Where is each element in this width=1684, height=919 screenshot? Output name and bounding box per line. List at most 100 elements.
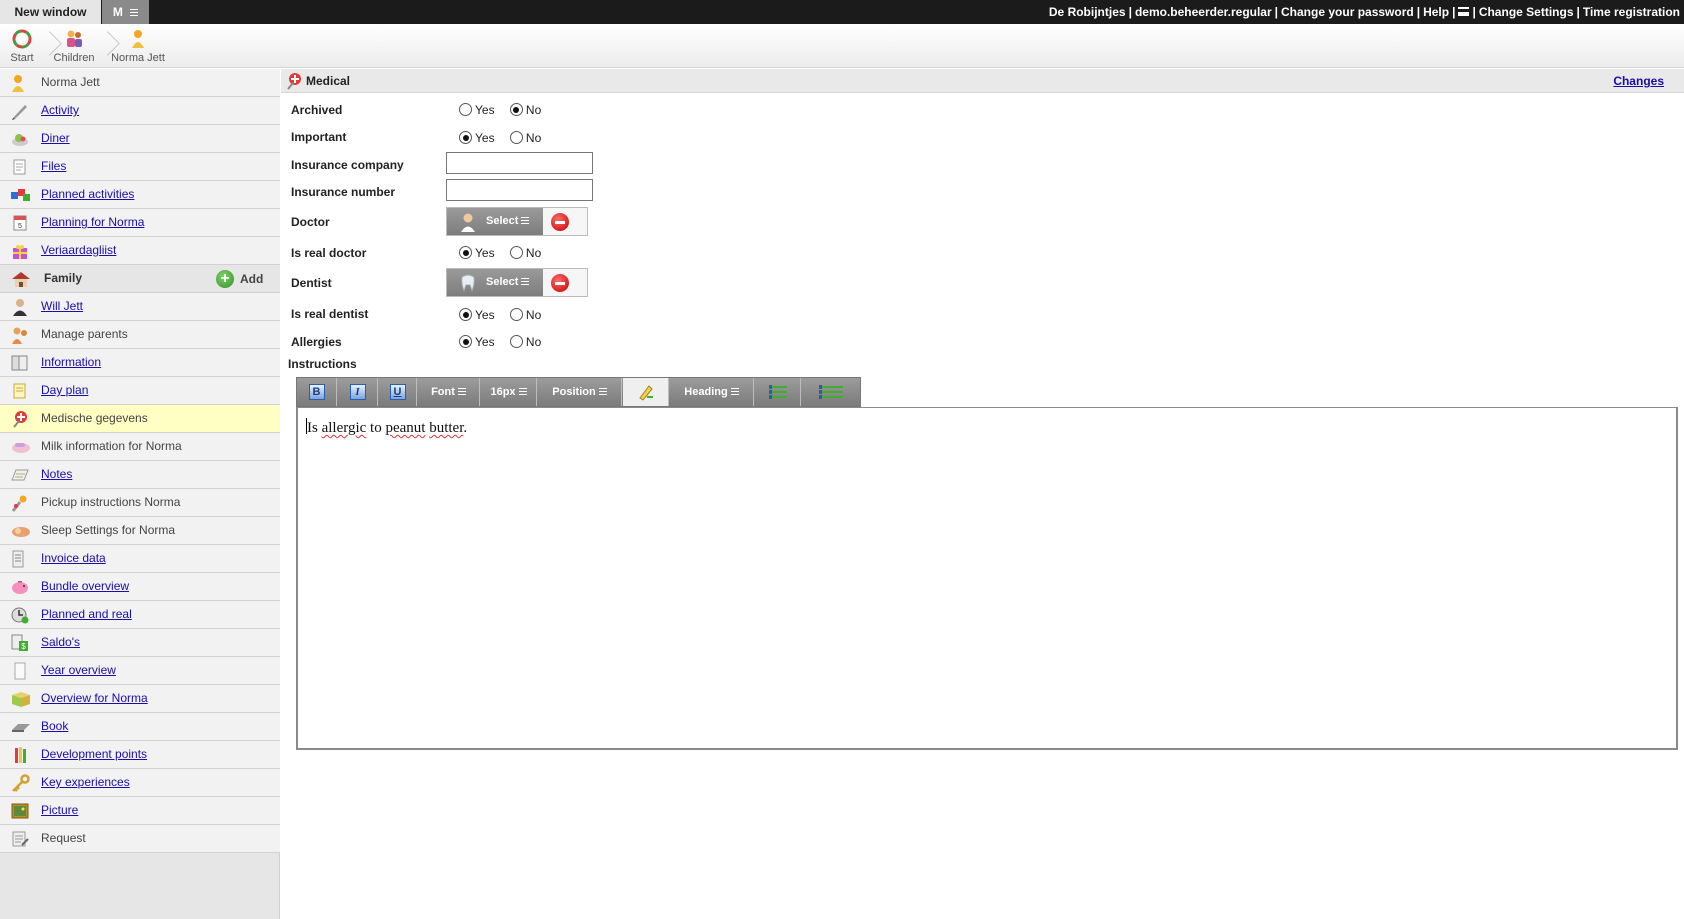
dentist-select-button[interactable]: Select: [447, 269, 543, 296]
sidebar-item-label[interactable]: Information: [41, 349, 101, 376]
insurance-number-input[interactable]: [446, 179, 593, 201]
is-real-dentist-yes-option[interactable]: Yes: [459, 308, 495, 322]
sidebar-item-key-experiences[interactable]: Key experiences: [0, 769, 280, 797]
change-settings-link[interactable]: Change Settings: [1479, 5, 1574, 19]
user-link[interactable]: demo.beheerder.regular: [1135, 5, 1272, 19]
sidebar-item-planning[interactable]: 5 Planning for Norma: [0, 209, 280, 237]
sidebar-item-invoice-data[interactable]: Invoice data: [0, 545, 280, 573]
archived-yes-option[interactable]: Yes: [459, 103, 495, 117]
sidebar-item-label[interactable]: Milk information for Norma: [41, 433, 182, 460]
important-no-option[interactable]: No: [509, 131, 541, 145]
sidebar-item-saldos[interactable]: $ Saldo's: [0, 629, 280, 657]
sidebar-item-bundle-overview[interactable]: Bundle overview: [0, 573, 280, 601]
sidebar-item-diner[interactable]: Diner: [0, 125, 280, 153]
sidebar-item-book[interactable]: Book: [0, 713, 280, 741]
sidebar-item-pickup-instructions[interactable]: Pickup instructions Norma: [0, 489, 280, 517]
sidebar-item-overview-for-norma[interactable]: Overview for Norma: [0, 685, 280, 713]
tab-menu[interactable]: M: [102, 0, 149, 24]
font-dropdown[interactable]: Font: [418, 378, 480, 406]
changes-link[interactable]: Changes: [1613, 69, 1664, 93]
sidebar-item-manage-parents[interactable]: Manage parents: [0, 321, 280, 349]
is-real-doctor-no-option[interactable]: No: [509, 246, 541, 260]
doctor-select-button[interactable]: Select: [447, 208, 543, 235]
sidebar-item-label[interactable]: Medische gegevens: [41, 405, 148, 432]
allergies-no-radio[interactable]: [509, 335, 523, 348]
sidebar-item-information[interactable]: Information: [0, 349, 280, 377]
sidebar-item-files[interactable]: Files: [0, 153, 280, 181]
insurance-company-input[interactable]: [446, 152, 593, 174]
add-family-button[interactable]: + Add: [216, 270, 263, 288]
time-registration-link[interactable]: Time registration: [1583, 5, 1680, 19]
sidebar-item-label[interactable]: Diner: [41, 125, 70, 152]
sidebar-item-label[interactable]: Notes: [41, 461, 72, 488]
breadcrumb-children[interactable]: Children: [52, 26, 96, 68]
sidebar-item-label[interactable]: Overview for Norma: [41, 685, 148, 712]
sidebar-item-milk-information[interactable]: Milk information for Norma: [0, 433, 280, 461]
sidebar-item-development-points[interactable]: Development points: [0, 741, 280, 769]
archived-no-option[interactable]: No: [509, 103, 541, 117]
bold-button[interactable]: B: [297, 378, 337, 406]
sidebar-item-label[interactable]: Day plan: [41, 377, 88, 404]
is-real-dentist-yes-radio[interactable]: [459, 308, 472, 321]
instructions-editor[interactable]: Is allergic to peanut butter.: [296, 407, 1678, 750]
is-real-doctor-no-radio[interactable]: [509, 246, 523, 259]
org-link[interactable]: De Robijntjes: [1049, 5, 1126, 19]
sidebar-item-planned-activities[interactable]: Planned activities: [0, 181, 280, 209]
sidebar-item-request[interactable]: Request: [0, 825, 280, 853]
important-no-radio[interactable]: [509, 131, 523, 144]
breadcrumb-child[interactable]: Norma Jett: [110, 26, 166, 68]
allergies-yes-option[interactable]: Yes: [459, 335, 495, 349]
breadcrumb-start[interactable]: Start: [4, 26, 40, 68]
italic-button[interactable]: I: [338, 378, 378, 406]
menu-icon[interactable]: [1458, 7, 1470, 17]
sidebar-item-label[interactable]: Book: [41, 713, 68, 740]
sidebar-item-year-overview[interactable]: Year overview: [0, 657, 280, 685]
color-button[interactable]: [623, 378, 669, 406]
heading-dropdown[interactable]: Heading: [670, 378, 754, 406]
sidebar-item-label[interactable]: Planning for Norma: [41, 209, 144, 236]
sidebar-item-label[interactable]: Picture: [41, 797, 78, 824]
sidebar-item-label[interactable]: Saldo's: [41, 629, 80, 656]
sidebar-item-notes[interactable]: Notes: [0, 461, 280, 489]
archived-yes-radio[interactable]: [459, 103, 472, 116]
is-real-doctor-yes-option[interactable]: Yes: [459, 246, 495, 260]
change-password-link[interactable]: Change your password: [1281, 5, 1414, 19]
sidebar-item-medische-gegevens[interactable]: Medische gegevens: [0, 405, 280, 433]
is-real-dentist-no-option[interactable]: No: [509, 308, 541, 322]
sidebar-item-label[interactable]: Key experiences: [41, 769, 130, 796]
sidebar-item-label[interactable]: Will Jett: [41, 293, 83, 320]
allergies-no-option[interactable]: No: [509, 335, 541, 349]
sidebar-item-label[interactable]: Sleep Settings for Norma: [41, 517, 175, 544]
sidebar-item-label[interactable]: Request: [41, 825, 86, 852]
important-yes-option[interactable]: Yes: [459, 131, 495, 145]
sidebar-item-verjaardaglijst[interactable]: Veriaardagliist: [0, 237, 280, 265]
doctor-remove-button[interactable]: [551, 213, 569, 231]
sidebar-item-sleep-settings[interactable]: Sleep Settings for Norma: [0, 517, 280, 545]
is-real-dentist-no-radio[interactable]: [509, 308, 523, 321]
sidebar-item-planned-and-real[interactable]: Planned and real: [0, 601, 280, 629]
important-yes-radio[interactable]: [459, 131, 472, 144]
archived-no-radio[interactable]: [509, 103, 523, 116]
font-size-dropdown[interactable]: 16px: [481, 378, 537, 406]
sidebar-item-label[interactable]: Activity: [41, 97, 79, 124]
sidebar-item-label[interactable]: Veriaardagliist: [41, 237, 116, 264]
sidebar-item-will-jett[interactable]: Will Jett: [0, 293, 280, 321]
sidebar-item-label[interactable]: Development points: [41, 741, 147, 768]
sidebar-item-label[interactable]: Invoice data: [41, 545, 106, 572]
sidebar-item-label[interactable]: Bundle overview: [41, 573, 129, 600]
help-link[interactable]: Help: [1423, 5, 1449, 19]
position-dropdown[interactable]: Position: [538, 378, 622, 406]
numbered-list-button[interactable]: [802, 378, 860, 406]
sidebar-item-day-plan[interactable]: Day plan: [0, 377, 280, 405]
sidebar-item-label[interactable]: Pickup instructions Norma: [41, 489, 180, 516]
dentist-remove-button[interactable]: [551, 274, 569, 292]
underline-button[interactable]: U: [379, 378, 417, 406]
sidebar-item-picture[interactable]: Picture: [0, 797, 280, 825]
sidebar-item-activity[interactable]: Activity: [0, 97, 280, 125]
sidebar-item-label[interactable]: Manage parents: [41, 321, 128, 348]
allergies-yes-radio[interactable]: [459, 335, 472, 348]
sidebar-item-label[interactable]: Planned and real: [41, 601, 132, 628]
sidebar-item-label[interactable]: Planned activities: [41, 181, 134, 208]
sidebar-item-label[interactable]: Year overview: [41, 657, 116, 684]
sidebar-item-label[interactable]: Files: [41, 153, 66, 180]
